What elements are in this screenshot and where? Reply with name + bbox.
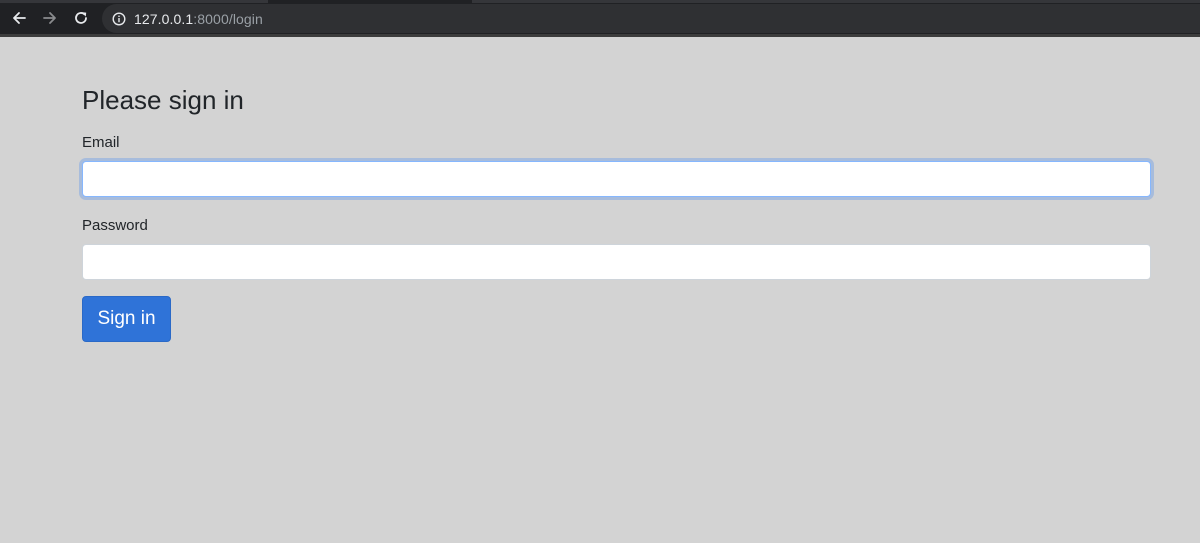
page-title: Please sign in <box>82 85 244 115</box>
info-icon[interactable] <box>112 11 126 26</box>
arrow-right-icon <box>42 10 58 26</box>
active-tab-edge <box>268 0 472 3</box>
url-text: 127.0.0.1:8000/login <box>134 11 263 27</box>
url-host: 127.0.0.1 <box>134 10 194 27</box>
password-label: Password <box>82 217 148 234</box>
address-bar[interactable]: 127.0.0.1:8000/login <box>102 4 1200 33</box>
forward-button[interactable] <box>39 7 61 29</box>
url-path: :8000/login <box>193 10 263 27</box>
email-label: Email <box>82 134 120 151</box>
reload-button[interactable] <box>70 7 92 29</box>
browser-toolbar: 127.0.0.1:8000/login <box>0 0 1200 37</box>
tab-strip-edge <box>0 0 1200 3</box>
toolbar-divider <box>0 34 1200 37</box>
arrow-left-icon <box>11 10 27 26</box>
reload-icon <box>73 10 89 26</box>
sign-in-button[interactable]: Sign in <box>82 296 171 342</box>
email-field[interactable] <box>82 161 1151 197</box>
back-button[interactable] <box>8 7 30 29</box>
password-field[interactable] <box>82 244 1151 280</box>
